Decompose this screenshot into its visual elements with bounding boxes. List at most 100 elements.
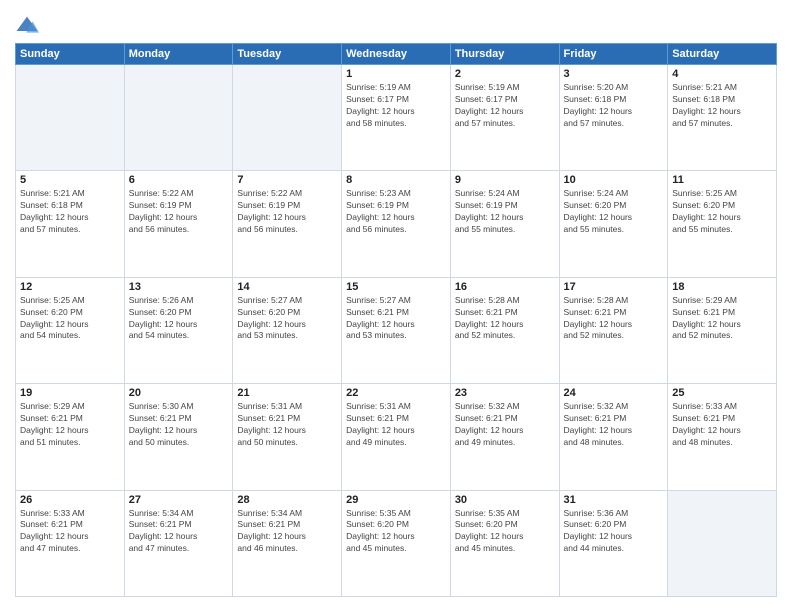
cell-0-1 (124, 65, 233, 171)
day-info-3-4: Sunrise: 5:32 AM Sunset: 6:21 PM Dayligh… (455, 401, 555, 449)
cell-2-6: 18 Sunrise: 5:29 AM Sunset: 6:21 PM Dayli… (668, 277, 777, 383)
day-number-0-6: 4 (672, 68, 772, 80)
day-number-2-2: 14 (237, 281, 337, 293)
calendar-table: Sunday Monday Tuesday Wednesday Thursday… (15, 43, 777, 597)
day-info-0-3: Sunrise: 5:19 AM Sunset: 6:17 PM Dayligh… (346, 82, 446, 130)
day-number-4-1: 27 (129, 494, 229, 506)
header-row: Sunday Monday Tuesday Wednesday Thursday… (16, 44, 777, 65)
day-info-2-1: Sunrise: 5:26 AM Sunset: 6:20 PM Dayligh… (129, 295, 229, 343)
day-number-0-5: 3 (564, 68, 664, 80)
day-number-2-0: 12 (20, 281, 120, 293)
week-row-0: 1 Sunrise: 5:19 AM Sunset: 6:17 PM Daylig… (16, 65, 777, 171)
cell-2-5: 17 Sunrise: 5:28 AM Sunset: 6:21 PM Dayli… (559, 277, 668, 383)
day-number-1-1: 6 (129, 174, 229, 186)
day-number-1-5: 10 (564, 174, 664, 186)
day-number-2-1: 13 (129, 281, 229, 293)
week-row-1: 5 Sunrise: 5:21 AM Sunset: 6:18 PM Daylig… (16, 171, 777, 277)
col-thursday: Thursday (450, 44, 559, 65)
day-info-1-1: Sunrise: 5:22 AM Sunset: 6:19 PM Dayligh… (129, 188, 229, 236)
day-info-2-0: Sunrise: 5:25 AM Sunset: 6:20 PM Dayligh… (20, 295, 120, 343)
day-number-3-6: 25 (672, 387, 772, 399)
day-number-3-5: 24 (564, 387, 664, 399)
cell-0-4: 2 Sunrise: 5:19 AM Sunset: 6:17 PM Daylig… (450, 65, 559, 171)
col-wednesday: Wednesday (342, 44, 451, 65)
day-info-4-5: Sunrise: 5:36 AM Sunset: 6:20 PM Dayligh… (564, 508, 664, 556)
col-monday: Monday (124, 44, 233, 65)
cell-0-3: 1 Sunrise: 5:19 AM Sunset: 6:17 PM Daylig… (342, 65, 451, 171)
cell-4-6 (668, 490, 777, 596)
day-number-3-3: 22 (346, 387, 446, 399)
cell-0-6: 4Sunrise: 5:21 AM Sunset: 6:18 PM Daylig… (668, 65, 777, 171)
cell-0-2 (233, 65, 342, 171)
day-info-0-4: Sunrise: 5:19 AM Sunset: 6:17 PM Dayligh… (455, 82, 555, 130)
cell-3-1: 20Sunrise: 5:30 AM Sunset: 6:21 PM Dayli… (124, 384, 233, 490)
cell-4-3: 29Sunrise: 5:35 AM Sunset: 6:20 PM Dayli… (342, 490, 451, 596)
day-number-0-4: 2 (455, 68, 555, 80)
cell-3-4: 23Sunrise: 5:32 AM Sunset: 6:21 PM Dayli… (450, 384, 559, 490)
day-info-2-5: Sunrise: 5:28 AM Sunset: 6:21 PM Dayligh… (564, 295, 664, 343)
logo (15, 15, 43, 35)
calendar-header: Sunday Monday Tuesday Wednesday Thursday… (16, 44, 777, 65)
logo-icon (15, 15, 39, 35)
day-number-4-5: 31 (564, 494, 664, 506)
day-number-1-6: 11 (672, 174, 772, 186)
cell-2-2: 14 Sunrise: 5:27 AM Sunset: 6:20 PM Dayli… (233, 277, 342, 383)
day-info-4-2: Sunrise: 5:34 AM Sunset: 6:21 PM Dayligh… (237, 508, 337, 556)
cell-1-4: 9 Sunrise: 5:24 AM Sunset: 6:19 PM Daylig… (450, 171, 559, 277)
day-info-2-6: Sunrise: 5:29 AM Sunset: 6:21 PM Dayligh… (672, 295, 772, 343)
cell-3-2: 21Sunrise: 5:31 AM Sunset: 6:21 PM Dayli… (233, 384, 342, 490)
cell-1-1: 6 Sunrise: 5:22 AM Sunset: 6:19 PM Daylig… (124, 171, 233, 277)
day-info-4-1: Sunrise: 5:34 AM Sunset: 6:21 PM Dayligh… (129, 508, 229, 556)
day-info-1-2: Sunrise: 5:22 AM Sunset: 6:19 PM Dayligh… (237, 188, 337, 236)
cell-4-2: 28Sunrise: 5:34 AM Sunset: 6:21 PM Dayli… (233, 490, 342, 596)
cell-1-2: 7Sunrise: 5:22 AM Sunset: 6:19 PM Daylig… (233, 171, 342, 277)
day-number-0-3: 1 (346, 68, 446, 80)
day-number-4-0: 26 (20, 494, 120, 506)
day-number-2-3: 15 (346, 281, 446, 293)
cell-1-3: 8 Sunrise: 5:23 AM Sunset: 6:19 PM Daylig… (342, 171, 451, 277)
day-info-1-0: Sunrise: 5:21 AM Sunset: 6:18 PM Dayligh… (20, 188, 120, 236)
day-info-3-2: Sunrise: 5:31 AM Sunset: 6:21 PM Dayligh… (237, 401, 337, 449)
cell-3-6: 25 Sunrise: 5:33 AM Sunset: 6:21 PM Dayli… (668, 384, 777, 490)
cell-3-0: 19Sunrise: 5:29 AM Sunset: 6:21 PM Dayli… (16, 384, 125, 490)
cell-0-5: 3Sunrise: 5:20 AM Sunset: 6:18 PM Daylig… (559, 65, 668, 171)
day-number-1-0: 5 (20, 174, 120, 186)
day-number-2-6: 18 (672, 281, 772, 293)
week-row-2: 12 Sunrise: 5:25 AM Sunset: 6:20 PM Dayli… (16, 277, 777, 383)
week-row-3: 19Sunrise: 5:29 AM Sunset: 6:21 PM Dayli… (16, 384, 777, 490)
day-number-1-3: 8 (346, 174, 446, 186)
day-info-3-6: Sunrise: 5:33 AM Sunset: 6:21 PM Dayligh… (672, 401, 772, 449)
day-info-2-2: Sunrise: 5:27 AM Sunset: 6:20 PM Dayligh… (237, 295, 337, 343)
cell-4-4: 30 Sunrise: 5:35 AM Sunset: 6:20 PM Dayli… (450, 490, 559, 596)
cell-1-5: 10Sunrise: 5:24 AM Sunset: 6:20 PM Dayli… (559, 171, 668, 277)
cell-4-1: 27 Sunrise: 5:34 AM Sunset: 6:21 PM Dayli… (124, 490, 233, 596)
cell-3-3: 22 Sunrise: 5:31 AM Sunset: 6:21 PM Dayli… (342, 384, 451, 490)
cell-2-0: 12 Sunrise: 5:25 AM Sunset: 6:20 PM Dayli… (16, 277, 125, 383)
day-info-3-0: Sunrise: 5:29 AM Sunset: 6:21 PM Dayligh… (20, 401, 120, 449)
day-number-1-4: 9 (455, 174, 555, 186)
day-info-2-4: Sunrise: 5:28 AM Sunset: 6:21 PM Dayligh… (455, 295, 555, 343)
day-number-2-4: 16 (455, 281, 555, 293)
cell-3-5: 24 Sunrise: 5:32 AM Sunset: 6:21 PM Dayli… (559, 384, 668, 490)
cell-0-0 (16, 65, 125, 171)
col-saturday: Saturday (668, 44, 777, 65)
day-number-4-4: 30 (455, 494, 555, 506)
day-info-1-3: Sunrise: 5:23 AM Sunset: 6:19 PM Dayligh… (346, 188, 446, 236)
day-number-2-5: 17 (564, 281, 664, 293)
day-info-2-3: Sunrise: 5:27 AM Sunset: 6:21 PM Dayligh… (346, 295, 446, 343)
day-info-4-4: Sunrise: 5:35 AM Sunset: 6:20 PM Dayligh… (455, 508, 555, 556)
day-info-4-0: Sunrise: 5:33 AM Sunset: 6:21 PM Dayligh… (20, 508, 120, 556)
cell-1-0: 5 Sunrise: 5:21 AM Sunset: 6:18 PM Daylig… (16, 171, 125, 277)
day-info-3-1: Sunrise: 5:30 AM Sunset: 6:21 PM Dayligh… (129, 401, 229, 449)
day-info-3-5: Sunrise: 5:32 AM Sunset: 6:21 PM Dayligh… (564, 401, 664, 449)
cell-1-6: 11 Sunrise: 5:25 AM Sunset: 6:20 PM Dayli… (668, 171, 777, 277)
day-info-3-3: Sunrise: 5:31 AM Sunset: 6:21 PM Dayligh… (346, 401, 446, 449)
cell-4-0: 26 Sunrise: 5:33 AM Sunset: 6:21 PM Dayli… (16, 490, 125, 596)
day-number-4-3: 29 (346, 494, 446, 506)
header (15, 15, 777, 35)
day-info-1-4: Sunrise: 5:24 AM Sunset: 6:19 PM Dayligh… (455, 188, 555, 236)
day-info-1-6: Sunrise: 5:25 AM Sunset: 6:20 PM Dayligh… (672, 188, 772, 236)
cell-4-5: 31 Sunrise: 5:36 AM Sunset: 6:20 PM Dayli… (559, 490, 668, 596)
page: Sunday Monday Tuesday Wednesday Thursday… (0, 0, 792, 612)
cell-2-4: 16 Sunrise: 5:28 AM Sunset: 6:21 PM Dayli… (450, 277, 559, 383)
